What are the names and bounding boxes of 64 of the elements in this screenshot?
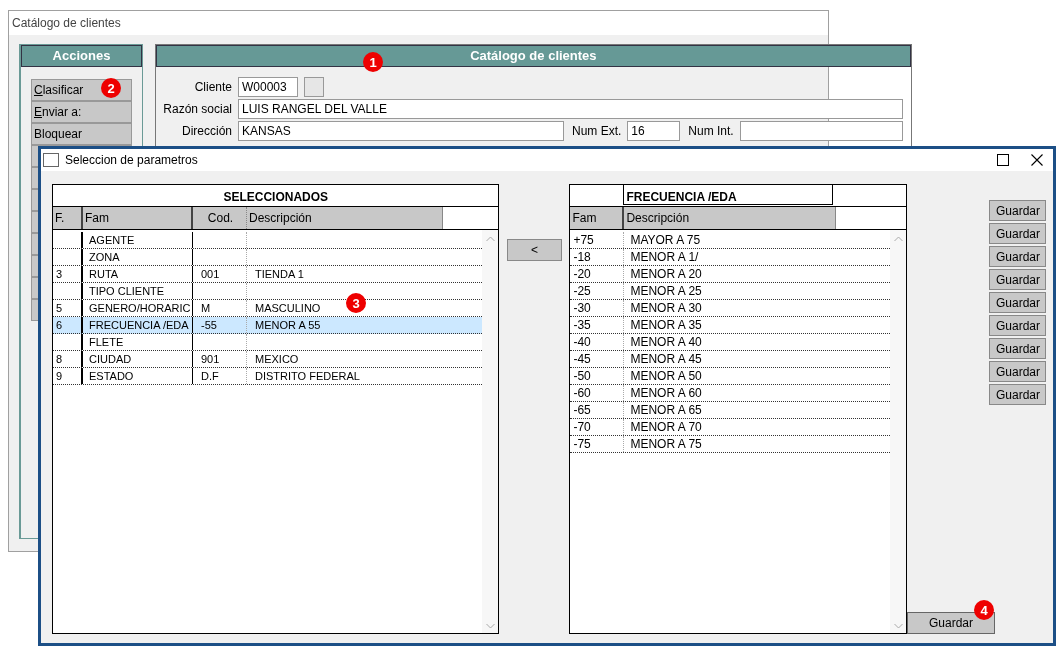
table-cell: AGENTE (83, 232, 193, 248)
column-header: Fam (83, 207, 193, 229)
table-cell: -20 (570, 266, 625, 282)
table-cell: +75 (570, 232, 625, 248)
column-header: Descripción (247, 207, 443, 229)
column-header: Descripción (624, 207, 837, 229)
table-cell: 901 (193, 351, 247, 367)
table-cell: -50 (570, 368, 625, 384)
table-cell: 3 (53, 266, 83, 282)
table-cell: -45 (570, 351, 625, 367)
table-cell: MEXICO (255, 353, 299, 365)
table-cell: MASCULINO (255, 302, 321, 314)
table-cell: M (193, 300, 247, 316)
table-cell-text: MENOR A 65 (629, 402, 703, 418)
table-cell: GENERO/HORARIC (83, 300, 193, 316)
table-cell: 6 (53, 317, 83, 333)
column-header: Cod. (193, 207, 247, 229)
field-label: Num Ext. (572, 124, 622, 138)
table-cell-text: MENOR A 1/ (629, 249, 700, 265)
table-cell-text: MENOR A 20 (629, 266, 703, 282)
table-cell: 001 (193, 266, 247, 282)
table-cell: MENOR A 55 (255, 319, 321, 331)
table-cell: TIPO CLIENTE (83, 283, 193, 299)
table-cell: DISTRITO FEDERAL (255, 370, 360, 382)
table-cell: -25 (570, 283, 625, 299)
window-title: Seleccion de parametros (65, 153, 198, 167)
table-cell: TIENDA 1 (255, 268, 304, 280)
table-cell-text: MENOR A 75 (629, 436, 703, 452)
table-cell: 8 (53, 351, 83, 367)
table-cell: -55 (193, 317, 247, 333)
table-cell: ESTADO (83, 368, 193, 384)
table-cell: -30 (570, 300, 625, 316)
column-header: Fam (570, 207, 625, 229)
column-header: F. (53, 207, 83, 229)
table-cell-text: MENOR A 25 (629, 283, 703, 299)
table-cell: 9 (53, 368, 83, 384)
table-cell: -18 (570, 249, 625, 265)
table-cell-text: MAYOR A 75 (629, 232, 702, 248)
table-cell: CIUDAD (83, 351, 193, 367)
table-cell: -75 (570, 436, 625, 452)
table-cell-text: MENOR A 45 (629, 351, 703, 367)
table-cell: FLETE (83, 334, 193, 350)
table-cell: -40 (570, 334, 625, 350)
table-cell: RUTA (83, 266, 193, 282)
panel-header: Acciones (21, 45, 142, 67)
table-cell: -35 (570, 317, 625, 333)
table-cell-text: MENOR A 40 (629, 334, 703, 350)
table-cell: ZONA (83, 249, 193, 265)
field-label: Razón social (162, 102, 232, 116)
field-label: Cliente (193, 80, 232, 94)
table-title: FRECUENCIA /EDA (623, 185, 834, 205)
table-cell-text: MENOR A 70 (629, 419, 703, 435)
table-cell-text: MENOR A 30 (629, 300, 703, 316)
field-label: Dirección (181, 124, 232, 138)
table-cell: FRECUENCIA /EDA (83, 317, 193, 333)
table-cell-text: MENOR A 50 (629, 368, 703, 384)
field-label: Num Int. (688, 124, 734, 138)
table-cell: -65 (570, 402, 625, 418)
table-cell: D.F (193, 368, 247, 384)
table-cell: -60 (570, 385, 625, 401)
table-cell-text: MENOR A 60 (629, 385, 703, 401)
table-cell: -70 (570, 419, 625, 435)
window-title: Catálogo de clientes (9, 11, 828, 35)
table-cell-text: MENOR A 35 (629, 317, 703, 333)
